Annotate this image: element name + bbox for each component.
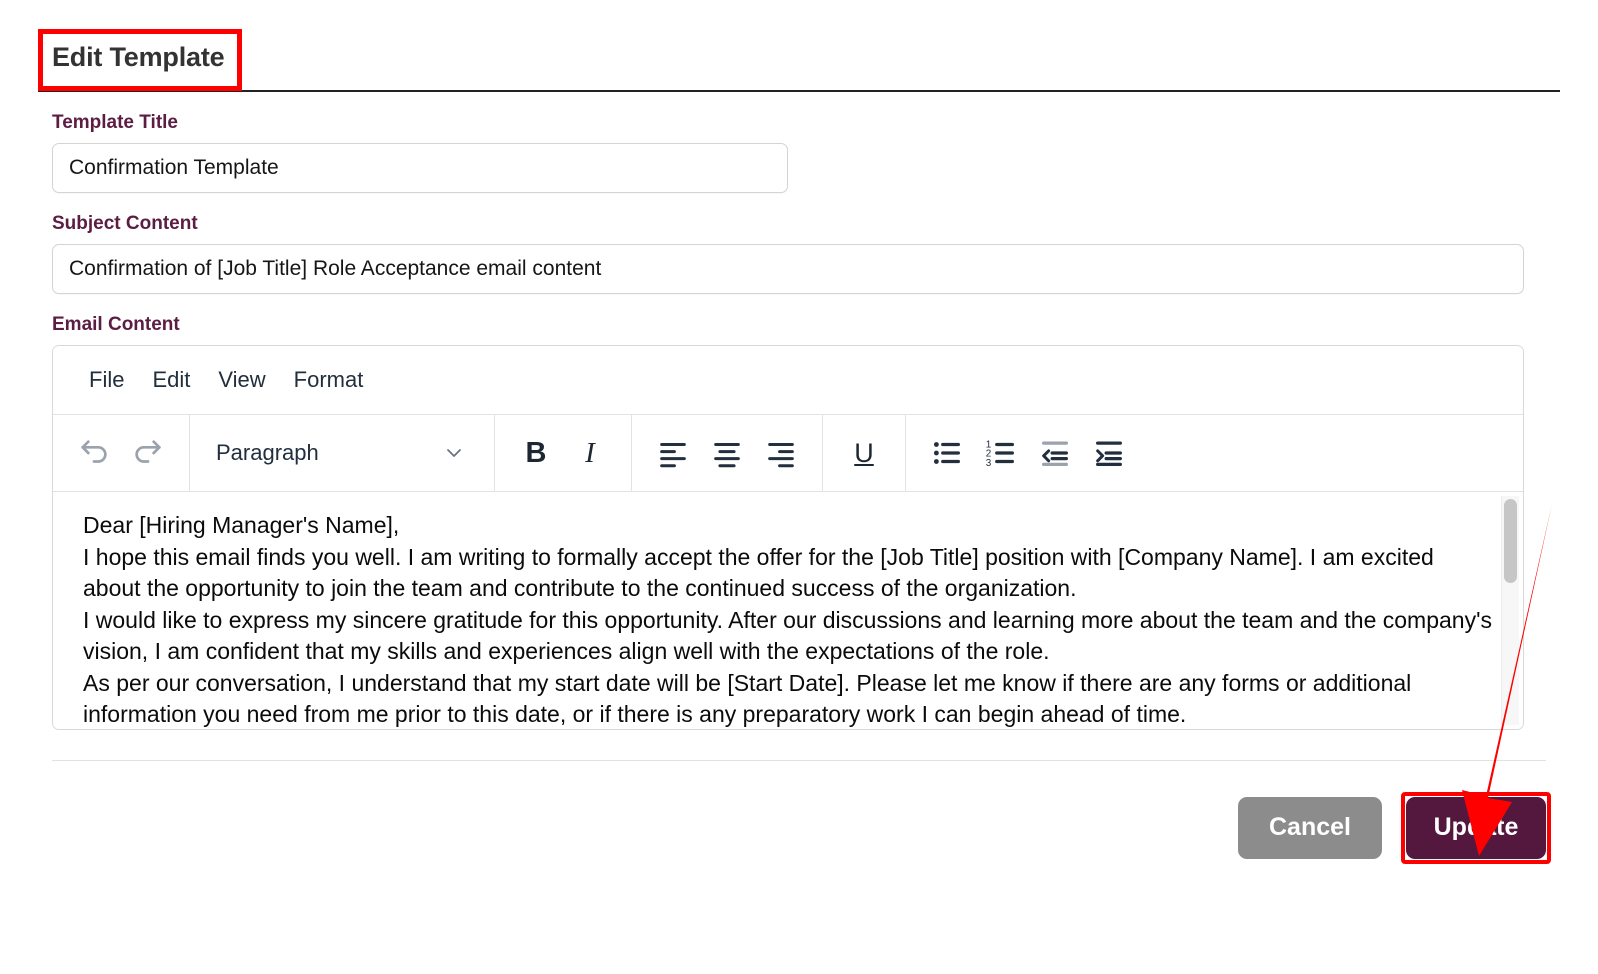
menu-format[interactable]: Format — [280, 362, 378, 398]
editor-toolbar: Paragraph B I U 1 2 3 — [53, 415, 1523, 492]
svg-text:3: 3 — [986, 458, 992, 469]
email-content-label: Email Content — [52, 314, 180, 335]
align-center-icon — [714, 443, 740, 468]
outdent-button[interactable] — [1028, 428, 1082, 478]
align-right-icon — [768, 443, 794, 468]
bullet-list-button[interactable] — [920, 428, 974, 478]
bullet-list-icon — [933, 442, 960, 464]
toolbar-group-underline: U — [823, 415, 906, 491]
editor-line-2: I hope this email finds you well. I am w… — [83, 543, 1434, 602]
paragraph-format-select[interactable]: Paragraph — [204, 428, 480, 478]
italic-icon: I — [585, 436, 595, 469]
menu-edit[interactable]: Edit — [138, 362, 204, 398]
undo-button[interactable] — [67, 428, 121, 478]
editor-content-area[interactable]: Dear [Hiring Manager's Name], I hope thi… — [53, 492, 1523, 729]
toolbar-group-lists: 1 2 3 — [906, 415, 1150, 491]
rich-text-editor: File Edit View Format Paragraph B I U 1 … — [52, 345, 1524, 730]
align-left-icon — [660, 443, 686, 468]
align-center-button[interactable] — [700, 428, 754, 478]
align-right-button[interactable] — [754, 428, 808, 478]
toolbar-group-format-select: Paragraph — [190, 415, 495, 491]
redo-button[interactable] — [121, 428, 175, 478]
chevron-down-icon — [447, 449, 461, 457]
outdent-icon — [1042, 441, 1068, 466]
undo-icon — [81, 440, 107, 463]
underline-button[interactable]: U — [837, 428, 891, 478]
menu-view[interactable]: View — [204, 362, 279, 398]
modal-header: Edit Template — [38, 29, 1560, 92]
template-title-input[interactable] — [52, 143, 788, 193]
numbered-list-icon: 1 2 3 — [986, 439, 1014, 469]
menu-file[interactable]: File — [75, 362, 138, 398]
edit-template-modal: Edit Template Template Title Subject Con… — [0, 0, 1598, 974]
indent-icon — [1096, 441, 1122, 466]
subject-content-label: Subject Content — [52, 213, 198, 234]
template-title-label: Template Title — [52, 112, 178, 133]
subject-content-input[interactable] — [52, 244, 1524, 294]
toolbar-group-style: B I — [495, 415, 632, 491]
align-left-button[interactable] — [646, 428, 700, 478]
bold-button[interactable]: B — [509, 428, 563, 478]
editor-scrollbar-thumb[interactable] — [1504, 499, 1517, 583]
numbered-list-button[interactable]: 1 2 3 — [974, 428, 1028, 478]
editor-menubar: File Edit View Format — [53, 346, 1523, 415]
editor-line-1: Dear [Hiring Manager's Name], — [83, 512, 400, 538]
cancel-button[interactable]: Cancel — [1238, 796, 1382, 859]
indent-button[interactable] — [1082, 428, 1136, 478]
editor-line-3: I would like to express my sincere grati… — [83, 606, 1492, 665]
modal-footer: Cancel Update — [52, 760, 1551, 882]
editor-line-4: As per our conversation, I understand th… — [83, 669, 1412, 728]
paragraph-format-value: Paragraph — [216, 440, 319, 465]
redo-icon — [135, 440, 161, 463]
bold-icon: B — [525, 436, 547, 469]
editor-text-content[interactable]: Dear [Hiring Manager's Name], I hope thi… — [53, 492, 1523, 729]
page-title: Edit Template — [52, 42, 225, 72]
toolbar-group-history — [53, 415, 190, 491]
italic-button[interactable]: I — [563, 428, 617, 478]
update-button-wrapper: Update — [1401, 791, 1551, 864]
toolbar-group-align — [632, 415, 823, 491]
underline-icon: U — [854, 437, 874, 468]
update-button[interactable]: Update — [1406, 796, 1546, 859]
